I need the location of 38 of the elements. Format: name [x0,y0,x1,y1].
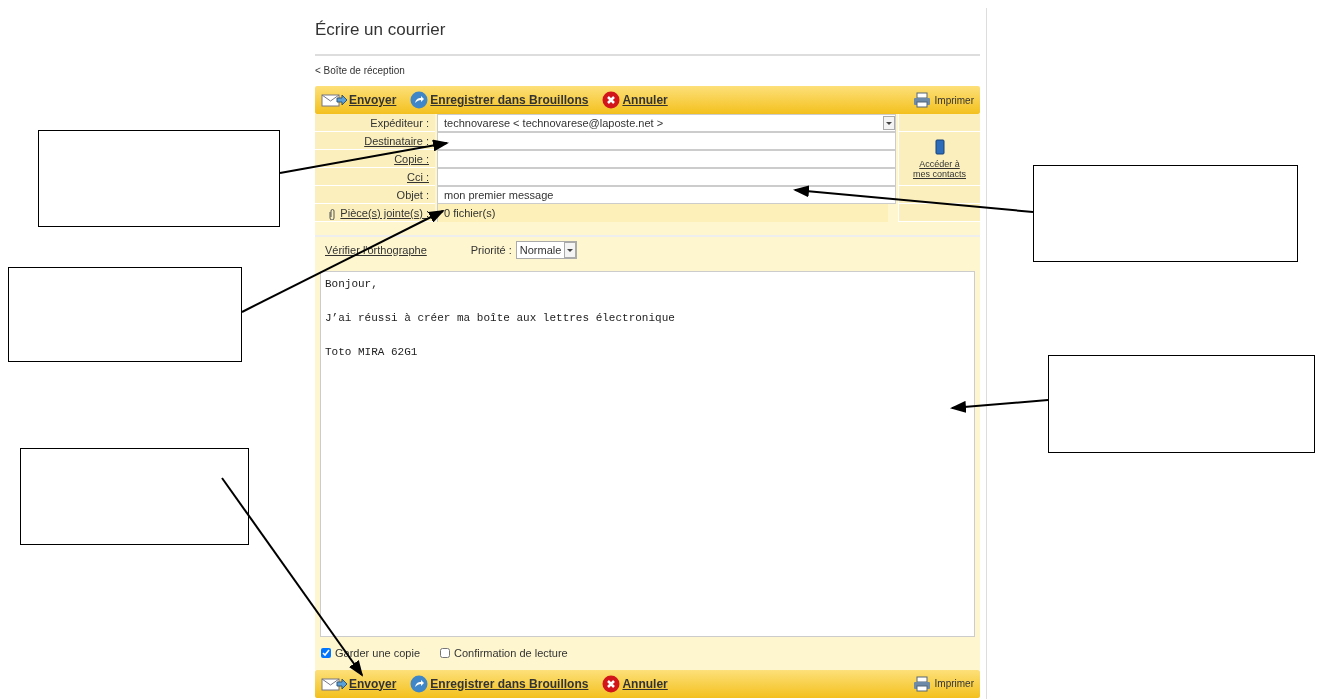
recipient-link[interactable]: Copie : [394,153,429,165]
cancel-button[interactable]: Annuler [602,674,668,693]
field-label: Objet : [315,186,435,204]
print-button[interactable]: Imprimer [912,92,974,108]
print-button[interactable]: Imprimer [912,675,974,692]
priority-select[interactable]: Normale [515,241,578,259]
envelope-arrow-icon [321,93,347,107]
field-label: Expéditeur : [315,114,435,132]
printer-icon [912,675,931,692]
recipient-field[interactable] [437,150,896,168]
save-button[interactable]: Enregistrer dans Brouillons [410,91,589,109]
recipient-link[interactable]: Destinataire : [364,135,429,147]
back-link[interactable]: < Boîte de réception [315,63,405,78]
subject-field[interactable]: mon premier message [437,186,896,204]
send-button[interactable]: Envoyer [321,91,397,109]
recipient-field[interactable] [437,168,896,186]
close-icon [602,91,621,109]
cancel-button[interactable]: Annuler [602,91,668,109]
checkbox[interactable] [321,648,331,659]
checkbox[interactable] [440,648,450,659]
priority-label: Priorité : [470,242,512,258]
envelope-arrow-icon [321,676,347,691]
sender-select[interactable]: technovarese < technovarese@laposte.net > [437,114,896,132]
paperclip-icon [328,208,337,220]
spellcheck-link[interactable]: Vérifier l'orthographe [325,241,427,259]
page-title: Écrire un courrier [315,19,447,41]
recipient-field[interactable] [437,132,896,150]
attach-link[interactable]: Pièce(s) jointe(s) : [340,207,429,219]
save-button[interactable]: Enregistrer dans Brouillons [410,674,589,693]
close-icon [602,674,621,693]
book-icon [934,138,945,155]
send-button[interactable]: Envoyer [321,674,397,693]
contacts-link[interactable]: Accéder à mes contacts [909,158,970,179]
printer-icon [912,92,931,108]
recipient-link[interactable]: Cci : [407,171,429,183]
checkbox-label: Confirmation de lecture [454,646,568,661]
message-body[interactable]: Bonjour, J’ai réussi à créer ma boîte aux lettres électronique Toto MIRA 62G1 [320,271,975,637]
attachment-count: 0 fichier(s) [437,204,888,222]
